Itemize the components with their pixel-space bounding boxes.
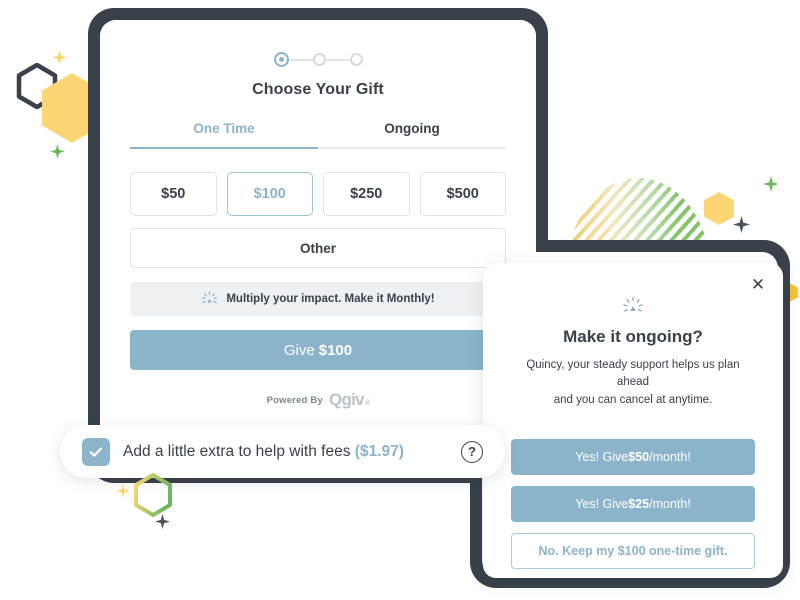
cover-fees-checkbox[interactable]: [82, 437, 110, 466]
modal-subtitle-line-2: and you can cancel at anytime.: [553, 393, 713, 406]
amount-options: $50 $100 $250 $500: [130, 172, 506, 216]
keep-one-time-label: No. Keep my $100 one-time gift.: [538, 543, 728, 558]
step-indicator: [100, 52, 536, 67]
give-50-monthly-button[interactable]: Yes! Give $50 /month!: [511, 438, 755, 475]
powered-by: Powered By Qgiv ®: [100, 390, 536, 410]
make-it-ongoing-modal: ✕ Make it ongoing? Quincy, your steady s…: [483, 263, 783, 578]
cover-fees-text: Add a little extra to help with fees ($1…: [123, 443, 404, 461]
powered-by-label: Powered By: [266, 394, 323, 406]
cover-fees-amount: ($1.97): [354, 442, 404, 460]
tab-ongoing[interactable]: Ongoing: [318, 121, 506, 149]
scene: Choose Your Gift One Time Ongoing $50 $1…: [0, 0, 800, 600]
sparkle-icon: [201, 290, 218, 308]
gift-frequency-tabs: One Time Ongoing: [130, 121, 506, 149]
give-25-prefix: Yes! Give: [575, 496, 629, 511]
amount-button-250[interactable]: $250: [323, 172, 410, 216]
modal-subtitle: Quincy, your steady support helps us pla…: [511, 357, 755, 409]
step-dot-1[interactable]: [273, 52, 289, 67]
give-button-label: Give: [283, 341, 315, 359]
decor-hex-outline-dark: [16, 62, 58, 110]
give-button-amount: $100: [318, 341, 353, 359]
keep-one-time-gift-button[interactable]: No. Keep my $100 one-time gift.: [511, 532, 755, 569]
give-25-monthly-button[interactable]: Yes! Give $25 /month!: [511, 485, 755, 522]
qgiv-logo-text: Qgiv: [328, 390, 365, 409]
give-25-suffix: /month!: [649, 496, 691, 511]
give-25-amount: $25: [628, 496, 650, 511]
modal-actions: Yes! Give $50 /month! Yes! Give $25 /mon…: [511, 438, 755, 569]
donation-form: Choose Your Gift One Time Ongoing $50 $1…: [100, 20, 536, 470]
amount-button-500[interactable]: $500: [419, 172, 506, 216]
amount-button-100[interactable]: $100: [226, 172, 313, 216]
decor-star-dark-bottom: [155, 514, 170, 529]
close-icon[interactable]: ✕: [747, 273, 769, 295]
step-connector-1: [288, 58, 313, 61]
decor-star-green-right: [763, 176, 779, 192]
give-50-prefix: Yes! Give: [575, 449, 629, 464]
step-connector-2: [325, 58, 350, 61]
decor-star-dark-right: [733, 216, 750, 233]
qgiv-registered-mark: ®: [364, 400, 370, 407]
amount-button-50[interactable]: $50: [130, 172, 217, 216]
amount-button-other[interactable]: Other: [130, 228, 506, 268]
cover-fees-bar: Add a little extra to help with fees ($1…: [60, 425, 505, 478]
cover-fees-label: Add a little extra to help with fees: [123, 442, 351, 460]
step-dot-3[interactable]: [349, 53, 363, 66]
give-button[interactable]: Give $100: [130, 330, 506, 370]
check-icon: [89, 446, 103, 457]
tab-one-time[interactable]: One Time: [130, 121, 318, 149]
modal-title: Make it ongoing?: [563, 327, 703, 346]
decor-star-yellow-top: [52, 50, 67, 65]
page-title: Choose Your Gift: [252, 81, 384, 98]
modal-subtitle-line-1: Quincy, your steady support helps us pla…: [526, 359, 740, 389]
monthly-upsell-banner[interactable]: Multiply your impact. Make it Monthly!: [130, 282, 506, 316]
monthly-upsell-text: Multiply your impact. Make it Monthly!: [226, 293, 435, 305]
give-50-amount: $50: [628, 449, 650, 464]
modal-sparkle-icon: [511, 296, 755, 318]
help-icon[interactable]: ?: [461, 440, 483, 463]
decor-star-green-left: [50, 144, 65, 159]
give-50-suffix: /month!: [649, 449, 691, 464]
decor-star-yellow-bottom: [116, 484, 130, 498]
step-dot-2[interactable]: [312, 53, 326, 66]
qgiv-logo: Qgiv ®: [328, 390, 370, 410]
